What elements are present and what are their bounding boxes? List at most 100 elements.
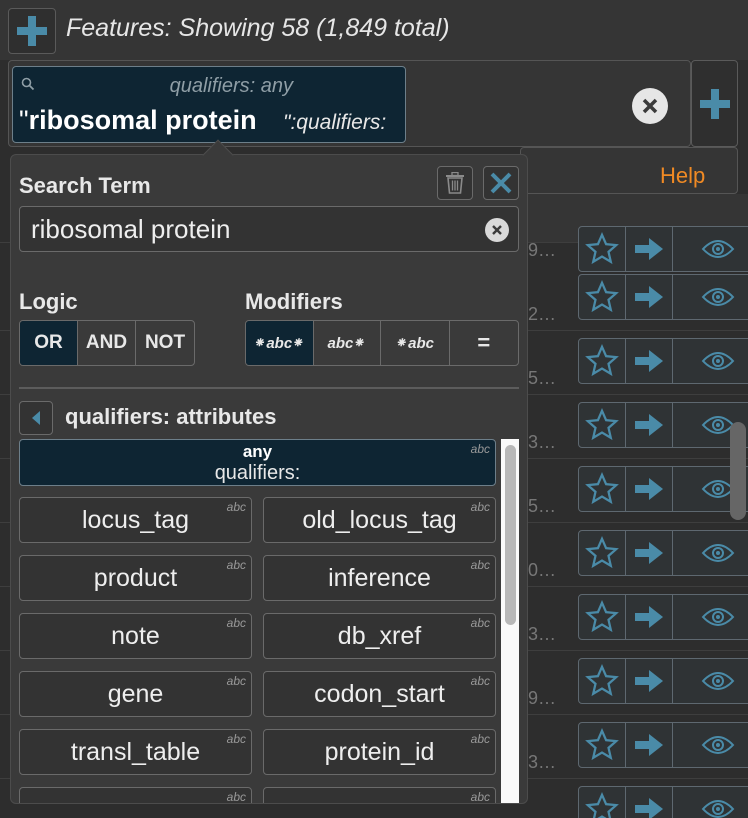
type-badge: abc bbox=[470, 558, 490, 572]
attribute-item[interactable]: transl_table abc bbox=[19, 729, 252, 775]
row-cell-truncated: 0… bbox=[528, 560, 557, 580]
close-icon bbox=[490, 172, 512, 194]
view-feature-button[interactable] bbox=[672, 274, 748, 320]
attribute-item[interactable]: protein_id abc bbox=[263, 729, 496, 775]
go-to-feature-button[interactable] bbox=[625, 226, 673, 272]
type-badge: abc bbox=[226, 616, 246, 630]
eye-icon bbox=[701, 608, 735, 626]
attribute-label: codon_start bbox=[314, 679, 445, 708]
row-cell-truncated: 2… bbox=[528, 304, 557, 324]
attribute-item[interactable]: inference abc bbox=[263, 555, 496, 601]
eye-icon bbox=[701, 736, 735, 754]
favorite-button[interactable] bbox=[578, 466, 626, 512]
go-to-feature-button[interactable] bbox=[625, 530, 673, 576]
row-actions bbox=[578, 594, 748, 642]
go-to-feature-button[interactable] bbox=[625, 466, 673, 512]
attribute-item[interactable]: gene abc bbox=[19, 671, 252, 717]
type-badge: abc bbox=[226, 732, 246, 746]
row-cell-truncated: 5… bbox=[528, 368, 557, 388]
favorite-button[interactable] bbox=[578, 402, 626, 448]
add-search-term-button[interactable] bbox=[691, 60, 738, 147]
star-icon bbox=[585, 232, 619, 265]
row-actions bbox=[578, 338, 748, 386]
clear-term-button[interactable] bbox=[485, 218, 509, 242]
attribute-item[interactable]: codon_start abc bbox=[263, 671, 496, 717]
row-actions bbox=[578, 658, 748, 706]
view-feature-button[interactable] bbox=[672, 226, 748, 272]
add-feature-button[interactable] bbox=[8, 8, 56, 54]
go-to-feature-button[interactable] bbox=[625, 658, 673, 704]
modifier-contains[interactable]: ⁕abc⁕ bbox=[246, 321, 314, 365]
favorite-button[interactable] bbox=[578, 338, 626, 384]
attribute-item[interactable]: locus_tag abc bbox=[19, 497, 252, 543]
view-feature-button[interactable] bbox=[672, 594, 748, 640]
arrow-right-icon bbox=[635, 414, 663, 436]
search-chip[interactable]: qualifiers: any "ribosomal protein ":qua… bbox=[12, 66, 406, 143]
attribute-item[interactable]: product abc bbox=[19, 555, 252, 601]
attribute-item[interactable]: note abc bbox=[19, 613, 252, 659]
modifier-starts-with[interactable]: abc⁕ bbox=[314, 321, 381, 365]
attribute-item[interactable]: abc bbox=[263, 787, 496, 803]
view-feature-button[interactable] bbox=[672, 338, 748, 384]
clear-search-button[interactable] bbox=[632, 88, 668, 124]
close-popover-button[interactable] bbox=[483, 166, 519, 200]
modifiers-toggle: ⁕abc⁕ abc⁕ ⁕abc = bbox=[245, 320, 519, 366]
attribute-item[interactable]: abc bbox=[19, 787, 252, 803]
favorite-button[interactable] bbox=[578, 226, 626, 272]
modifier-equals[interactable]: = bbox=[450, 321, 518, 365]
view-feature-button[interactable] bbox=[672, 786, 748, 818]
help-area bbox=[520, 147, 738, 194]
go-to-feature-button[interactable] bbox=[625, 786, 673, 818]
logic-and[interactable]: AND bbox=[78, 321, 136, 365]
eye-icon bbox=[701, 672, 735, 690]
search-term-input[interactable] bbox=[19, 206, 519, 252]
view-feature-button[interactable] bbox=[672, 658, 748, 704]
star-icon bbox=[585, 600, 619, 633]
go-to-feature-button[interactable] bbox=[625, 594, 673, 640]
chevron-left-icon bbox=[32, 411, 40, 425]
logic-toggle: OR AND NOT bbox=[19, 320, 195, 366]
go-to-feature-button[interactable] bbox=[625, 338, 673, 384]
attribute-item[interactable]: db_xref abc bbox=[263, 613, 496, 659]
eye-icon bbox=[701, 352, 735, 370]
go-to-feature-button[interactable] bbox=[625, 402, 673, 448]
type-badge: abc bbox=[226, 674, 246, 688]
type-badge: abc bbox=[470, 616, 490, 630]
logic-not[interactable]: NOT bbox=[136, 321, 194, 365]
favorite-button[interactable] bbox=[578, 658, 626, 704]
type-badge: abc bbox=[226, 558, 246, 572]
plus-icon bbox=[17, 16, 47, 46]
go-to-feature-button[interactable] bbox=[625, 274, 673, 320]
logic-or[interactable]: OR bbox=[20, 321, 78, 365]
table-scrollbar[interactable] bbox=[730, 422, 746, 520]
attribute-item[interactable]: old_locus_tag abc bbox=[263, 497, 496, 543]
view-feature-button[interactable] bbox=[672, 722, 748, 768]
favorite-button[interactable] bbox=[578, 722, 626, 768]
row-actions bbox=[578, 786, 748, 818]
star-icon bbox=[585, 280, 619, 313]
delete-term-button[interactable] bbox=[437, 166, 473, 200]
search-term-title: Search Term bbox=[19, 173, 151, 198]
star-icon bbox=[585, 664, 619, 697]
arrow-right-icon bbox=[635, 478, 663, 500]
attribute-any-qualifiers[interactable]: any qualifiers: abc bbox=[19, 439, 496, 486]
attributes-scroll-thumb[interactable] bbox=[505, 445, 516, 625]
row-actions bbox=[578, 402, 748, 450]
favorite-button[interactable] bbox=[578, 530, 626, 576]
star-icon bbox=[585, 408, 619, 441]
row-cell-truncated: 9… bbox=[528, 240, 557, 260]
back-button[interactable] bbox=[19, 401, 53, 435]
view-feature-button[interactable] bbox=[672, 530, 748, 576]
row-cell-truncated: 5… bbox=[528, 496, 557, 516]
go-to-feature-button[interactable] bbox=[625, 722, 673, 768]
favorite-button[interactable] bbox=[578, 594, 626, 640]
favorite-button[interactable] bbox=[578, 786, 626, 818]
type-badge: abc bbox=[470, 500, 490, 514]
modifier-ends-with[interactable]: ⁕abc bbox=[381, 321, 450, 365]
attribute-label: transl_table bbox=[70, 737, 201, 766]
star-icon bbox=[585, 792, 619, 818]
type-badge: abc bbox=[470, 674, 490, 688]
help-link[interactable]: Help bbox=[660, 163, 705, 189]
star-icon bbox=[585, 472, 619, 505]
favorite-button[interactable] bbox=[578, 274, 626, 320]
